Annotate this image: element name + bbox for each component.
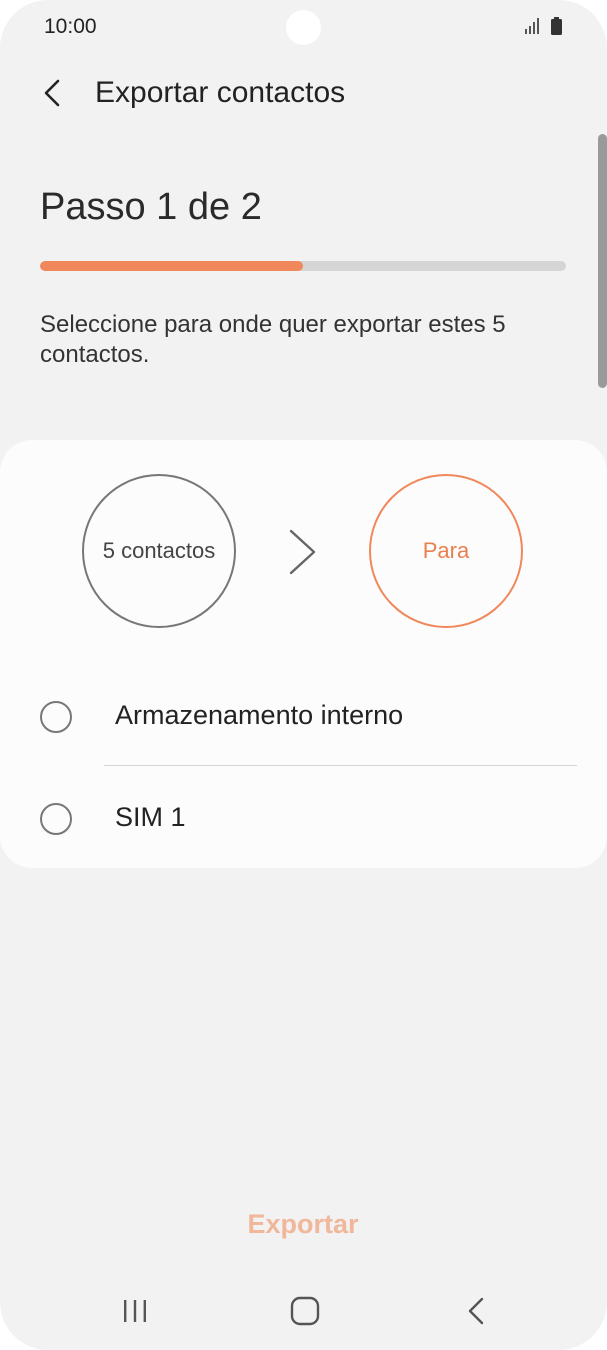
option-sim-1[interactable]: SIM 1 xyxy=(0,768,607,868)
progress-bar xyxy=(40,261,566,271)
step-title: Passo 1 de 2 xyxy=(40,186,262,228)
radio-button[interactable] xyxy=(40,803,72,835)
battery-icon xyxy=(551,17,562,35)
option-internal-storage[interactable]: Armazenamento interno xyxy=(0,666,607,766)
source-label: 5 contactos xyxy=(102,538,216,563)
radio-button[interactable] xyxy=(40,701,72,733)
scrollbar[interactable] xyxy=(598,134,607,388)
phone-screen: 10:00 Exportar contactos Passo 1 de 2 Se… xyxy=(0,0,607,1350)
chevron-left-icon[interactable] xyxy=(38,78,68,108)
page-title: Exportar contactos xyxy=(95,76,346,109)
navigation-bar xyxy=(0,1280,607,1340)
home-icon[interactable] xyxy=(290,1296,320,1326)
destination-circle: Para xyxy=(369,474,523,628)
destination-label: Para xyxy=(422,538,470,563)
app-header: Exportar contactos xyxy=(0,66,607,122)
instruction-text: Seleccione para onde quer exportar estes… xyxy=(40,311,506,368)
chevron-right-icon xyxy=(289,529,316,575)
status-bar: 10:00 xyxy=(0,0,607,56)
recent-apps-icon[interactable] xyxy=(122,1298,148,1324)
divider xyxy=(104,765,577,766)
export-button[interactable]: Exportar xyxy=(203,1196,403,1252)
source-circle: 5 contactos xyxy=(82,474,236,628)
signal-icon xyxy=(525,18,539,34)
back-icon[interactable] xyxy=(464,1296,488,1326)
option-label: SIM 1 xyxy=(115,802,186,832)
progress-fill xyxy=(40,261,303,271)
camera-cutout xyxy=(286,10,321,45)
option-label: Armazenamento interno xyxy=(115,700,404,730)
status-time: 10:00 xyxy=(44,15,97,38)
export-card: 5 contactos Para Armazenamento interno S… xyxy=(0,440,607,868)
